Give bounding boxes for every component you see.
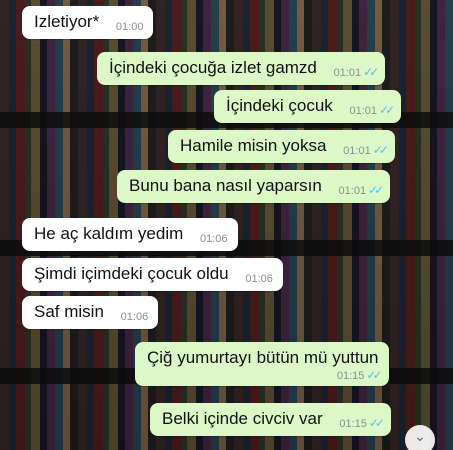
chevron-down-icon: ⌄ bbox=[414, 428, 426, 444]
message-time: 01:06 bbox=[245, 273, 273, 285]
outgoing-message[interactable]: İçindeki çocuğa izlet gamzd 01:01 ✓✓ bbox=[97, 52, 386, 85]
message-text: Izletiyor* bbox=[34, 12, 100, 31]
message-time: 01:15 bbox=[339, 418, 367, 430]
message-text: He aç kaldım yedim bbox=[34, 224, 184, 243]
chat-area[interactable]: Izletiyor* 01:00 İçindeki çocuğa izlet g… bbox=[0, 0, 453, 450]
incoming-message[interactable]: He aç kaldım yedim 01:06 bbox=[22, 218, 238, 251]
message-text: Bunu bana nasıl yaparsın bbox=[129, 176, 322, 195]
outgoing-message[interactable]: Hamile misin yoksa 01:01 ✓✓ bbox=[168, 130, 395, 163]
message-time: 01:01 bbox=[338, 185, 367, 197]
message-text: Saf misin bbox=[34, 302, 104, 321]
message-time: 01:06 bbox=[120, 311, 149, 323]
message-text: Belki içinde civciv var bbox=[162, 409, 323, 428]
double-check-icon: ✓✓ bbox=[366, 368, 382, 382]
scroll-down-button[interactable]: ⌄ bbox=[405, 425, 435, 450]
message-time: 01:01 bbox=[343, 145, 371, 157]
message-time: 01:15 bbox=[336, 370, 365, 382]
double-check-icon: ✓✓ bbox=[372, 143, 389, 157]
message-time: 01:01 bbox=[349, 105, 378, 117]
message-text: Çiğ yumurtayı bütün mü yuttun bbox=[147, 348, 379, 367]
message-time: 01:01 bbox=[333, 67, 362, 79]
double-check-icon: ✓✓ bbox=[379, 103, 395, 117]
double-check-icon: ✓✓ bbox=[368, 183, 384, 197]
incoming-message[interactable]: Şimdi içimdeki çocuk oldu 01:06 bbox=[22, 258, 283, 291]
message-text: İçindeki çocuk bbox=[226, 96, 333, 115]
message-text: İçindeki çocuğa izlet gamzd bbox=[109, 58, 317, 77]
double-check-icon: ✓✓ bbox=[368, 416, 385, 430]
double-check-icon: ✓✓ bbox=[363, 65, 379, 79]
outgoing-message[interactable]: Bunu bana nasıl yaparsın 01:01 ✓✓ bbox=[117, 170, 391, 203]
incoming-message[interactable]: Saf misin 01:06 bbox=[22, 296, 159, 329]
message-time: 01:00 bbox=[115, 21, 144, 33]
message-text: Hamile misin yoksa bbox=[180, 136, 327, 155]
incoming-message[interactable]: Izletiyor* 01:00 bbox=[22, 6, 154, 39]
outgoing-message[interactable]: Çiğ yumurtayı bütün mü yuttun 01:15 ✓✓ bbox=[135, 342, 389, 386]
outgoing-message[interactable]: İçindeki çocuk 01:01 ✓✓ bbox=[214, 90, 402, 123]
outgoing-message[interactable]: Belki içinde civciv var 01:15 ✓✓ bbox=[150, 403, 391, 436]
message-text: Şimdi içimdeki çocuk oldu bbox=[34, 264, 229, 283]
message-time: 01:06 bbox=[200, 233, 228, 245]
